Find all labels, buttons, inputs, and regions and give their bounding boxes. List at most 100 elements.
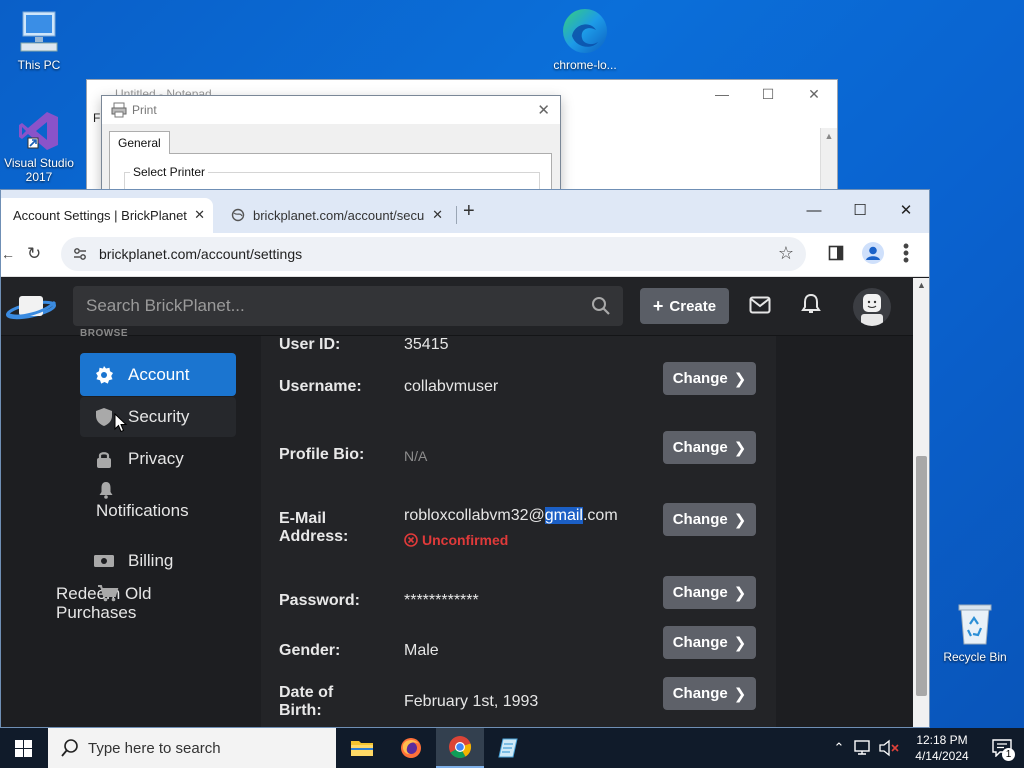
notepad-scrollbar[interactable]: ▲	[820, 128, 837, 198]
maximize-icon[interactable]: ☐	[745, 80, 791, 108]
windows-start-icon[interactable]	[15, 740, 32, 757]
network-icon[interactable]	[852, 739, 874, 757]
settings-panel: User ID: 35415 Username: collabvmuser Ch…	[261, 336, 776, 727]
taskbar-notepad[interactable]	[485, 728, 533, 768]
change-label: Change	[672, 439, 728, 456]
bell-icon	[99, 482, 113, 499]
dob-label-line1: Date of	[279, 684, 334, 701]
print-dialog-title: Print	[132, 103, 157, 117]
desktop-icon-this-pc[interactable]: This PC	[0, 10, 79, 72]
desktop-icon-label: chrome-lo...	[553, 58, 617, 72]
tab-account-security[interactable]: brickplanet.com/account/secu ✕	[223, 198, 451, 233]
chrome-window[interactable]: Account Settings | BrickPlanet ✕ brickpl…	[0, 189, 930, 728]
email-selected-text: gmail	[544, 507, 583, 524]
sidebar-section-label: BROWSE	[80, 328, 128, 339]
new-tab-button[interactable]: +	[463, 200, 475, 223]
close-icon[interactable]: ✕	[537, 101, 550, 119]
plus-icon: +	[652, 296, 664, 316]
create-label: Create	[669, 297, 717, 315]
page-scrollbar[interactable]: ▲	[913, 278, 929, 727]
desktop-icon-label: Recycle Bin	[943, 650, 1007, 664]
close-icon[interactable]: ✕	[883, 190, 929, 230]
minimize-icon[interactable]: —	[791, 190, 837, 230]
search-placeholder: Search BrickPlanet...	[86, 296, 245, 315]
sidebar-item-billing[interactable]: Billing	[80, 541, 236, 581]
site-search-input[interactable]: Search BrickPlanet...	[73, 286, 623, 326]
profile-avatar[interactable]	[862, 242, 884, 264]
chevron-right-icon: ❯	[733, 584, 747, 602]
change-username-button[interactable]: Change ❯	[663, 362, 756, 395]
avatar-face-icon	[861, 294, 883, 326]
menu-kebab-icon[interactable]: • • •	[901, 237, 911, 269]
close-tab-icon[interactable]: ✕	[432, 207, 443, 223]
taskbar: Type here to search ⌃ 12:18 PM 4/14/2024…	[0, 728, 1024, 768]
change-label: Change	[672, 685, 728, 702]
change-password-button[interactable]: Change ❯	[663, 576, 756, 609]
minimize-icon[interactable]: —	[699, 80, 745, 108]
create-button[interactable]: + Create	[640, 288, 729, 324]
chrome-icon	[449, 736, 472, 758]
desktop-icon-recycle-bin[interactable]: Recycle Bin	[935, 600, 1015, 664]
sidebar-item-privacy[interactable]: Privacy	[80, 439, 236, 479]
bookmark-star-icon[interactable]: ☆	[778, 243, 794, 264]
desktop-icon-chrome-lo[interactable]: chrome-lo...	[545, 6, 625, 72]
shield-icon	[96, 408, 112, 426]
site-navbar: Search BrickPlanet... + Create	[1, 278, 913, 336]
dob-label: Date of Birth:	[279, 684, 333, 720]
user-avatar[interactable]	[853, 288, 891, 326]
desktop-icon-label: This PC	[17, 58, 61, 72]
email-label-line1: E-Mail	[279, 510, 327, 527]
brickplanet-logo-icon[interactable]	[5, 290, 57, 324]
sidebar-item-label: Privacy	[128, 449, 184, 468]
side-panel-icon[interactable]	[828, 245, 844, 261]
notification-count-badge: 1	[1002, 748, 1015, 761]
error-circle-icon	[404, 533, 418, 547]
notification-center-button[interactable]: 1	[980, 728, 1024, 768]
close-icon[interactable]: ✕	[791, 80, 837, 108]
email-suffix: .com	[582, 507, 618, 524]
desktop-icon-visual-studio[interactable]: Visual Studio 2017	[0, 108, 79, 184]
chevron-right-icon: ❯	[733, 511, 747, 529]
search-icon	[61, 739, 78, 757]
site-info-icon[interactable]	[72, 246, 88, 262]
back-icon[interactable]: ←	[1, 246, 15, 262]
sidebar-item-account[interactable]: Account	[80, 353, 236, 396]
scroll-up-icon[interactable]: ▲	[917, 280, 926, 290]
tab-account-settings[interactable]: Account Settings | BrickPlanet ✕	[1, 198, 213, 233]
reload-icon[interactable]: ↻	[27, 244, 41, 264]
scrollbar-thumb[interactable]	[916, 456, 927, 696]
change-bio-button[interactable]: Change ❯	[663, 431, 756, 464]
sidebar-item-notifications[interactable]: Notifications	[80, 481, 236, 537]
volume-muted-icon[interactable]	[878, 739, 902, 757]
recycle-bin-icon	[958, 604, 992, 645]
sidebar-item-label: Billing	[128, 551, 174, 570]
gear-icon	[96, 365, 113, 384]
change-dob-button[interactable]: Change ❯	[663, 677, 756, 710]
clock-date: 4/14/2024	[915, 749, 969, 763]
taskbar-firefox[interactable]	[387, 728, 435, 768]
close-tab-icon[interactable]: ✕	[194, 207, 205, 223]
select-printer-label: Select Printer	[130, 165, 209, 179]
maximize-icon[interactable]: ☐	[837, 190, 883, 230]
taskbar-search[interactable]: Type here to search	[48, 728, 336, 768]
desktop-icon-label: Visual Studio 2017	[4, 156, 74, 184]
change-gender-button[interactable]: Change ❯	[663, 626, 756, 659]
dob-label-line2: Birth:	[279, 702, 322, 719]
search-icon[interactable]	[591, 296, 611, 316]
sidebar-item-redeem[interactable]: Redeem Old Purchases	[56, 584, 242, 628]
notepad-icon	[498, 738, 518, 758]
clock-time: 12:18 PM	[916, 733, 968, 747]
bell-icon[interactable]	[801, 293, 821, 315]
sidebar-item-security[interactable]: Security	[80, 397, 236, 437]
address-bar[interactable]: brickplanet.com/account/settings ☆	[61, 237, 806, 271]
taskbar-search-placeholder: Type here to search	[88, 739, 221, 757]
taskbar-chrome[interactable]	[436, 728, 484, 768]
taskbar-clock[interactable]: 12:18 PM 4/14/2024	[904, 732, 980, 764]
taskbar-file-explorer[interactable]	[338, 728, 386, 768]
print-dialog[interactable]: Print ✕ General Select Printer	[101, 95, 561, 202]
change-email-button[interactable]: Change ❯	[663, 503, 756, 536]
chevron-up-icon[interactable]: ⌃	[828, 740, 850, 756]
tab-general[interactable]: General	[109, 131, 170, 154]
profile-bio-value: N/A	[404, 448, 428, 464]
mail-icon[interactable]	[749, 296, 771, 314]
